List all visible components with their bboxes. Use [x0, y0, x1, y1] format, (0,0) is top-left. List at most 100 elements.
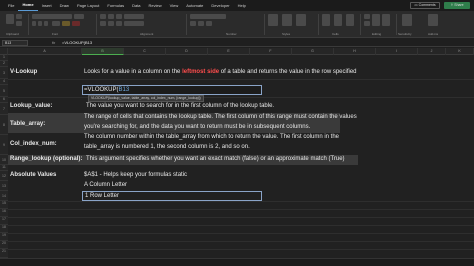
column-header-a[interactable]: A — [8, 48, 82, 55]
tab-data[interactable]: Data — [128, 0, 144, 11]
column-header-c[interactable]: C — [124, 48, 166, 55]
tab-help[interactable]: Help — [234, 0, 250, 11]
copy-icon[interactable] — [16, 21, 22, 26]
comments-button[interactable]: ▭ Comments — [410, 2, 440, 9]
fill-icon[interactable] — [364, 21, 370, 26]
column-header-j[interactable]: J — [418, 48, 446, 55]
range-lookup-label[interactable]: Range_lookup (optional): — [10, 156, 82, 162]
absolute-values-description[interactable]: $A$1 - Helps keep your formulas static — [84, 172, 187, 178]
insert-cells-icon[interactable] — [322, 14, 330, 26]
col-index-label[interactable]: Col_index_num: — [10, 141, 57, 147]
row-header[interactable]: 5 — [0, 85, 8, 97]
row-header[interactable]: 20 — [0, 241, 8, 249]
sensitivity-icon[interactable] — [402, 14, 412, 26]
align-left-icon[interactable] — [100, 21, 106, 26]
find-select-icon[interactable] — [382, 14, 390, 26]
vlookup-title[interactable]: V-Lookup — [10, 69, 37, 75]
active-cell-formula[interactable]: =VLOOKUP(B13 — [82, 85, 262, 95]
paste-icon[interactable] — [6, 14, 14, 24]
column-header-e[interactable]: E — [208, 48, 250, 55]
column-header-h[interactable]: H — [334, 48, 376, 55]
column-header-d[interactable]: D — [166, 48, 208, 55]
tab-automate[interactable]: Automate — [182, 0, 207, 11]
bold-icon[interactable] — [32, 21, 36, 26]
function-tooltip[interactable]: VLOOKUP(lookup_value, table_array, col_i… — [88, 95, 204, 102]
row-header[interactable]: 19 — [0, 233, 8, 241]
range-lookup-description[interactable]: This argument specifies whether you want… — [86, 156, 345, 162]
col-index-description-line1[interactable]: The column number within the table_array… — [84, 134, 339, 140]
ribbon-divider — [96, 14, 97, 35]
row-header[interactable]: 7 — [0, 103, 8, 115]
currency-icon[interactable] — [190, 21, 196, 26]
table-array-description-line1[interactable]: The range of cells that contains the loo… — [84, 114, 357, 120]
tab-file[interactable]: File — [4, 0, 18, 11]
number-format-select[interactable] — [190, 14, 226, 19]
row-header[interactable]: 16 — [0, 209, 8, 217]
row-header[interactable]: 15 — [0, 201, 8, 209]
lookup-value-label[interactable]: Lookup_value: — [10, 103, 52, 109]
column-header-k[interactable]: K — [446, 48, 474, 55]
underline-icon[interactable] — [44, 21, 48, 26]
row-header[interactable]: 17 — [0, 217, 8, 225]
name-box[interactable]: B13 — [2, 40, 28, 46]
delete-cells-icon[interactable] — [334, 14, 342, 26]
wrap-text-button[interactable] — [124, 14, 144, 19]
table-array-description-line2[interactable]: you're searching for, and the data you w… — [84, 124, 310, 130]
row-header[interactable]: 14 — [0, 191, 8, 201]
sort-filter-icon[interactable] — [372, 14, 380, 26]
lookup-value-description[interactable]: The value you want to search for in the … — [86, 103, 274, 109]
align-right-icon[interactable] — [116, 21, 122, 26]
merge-center-button[interactable] — [124, 21, 144, 26]
column-header-f[interactable]: F — [250, 48, 292, 55]
fx-icon[interactable]: fx — [52, 40, 55, 46]
add-ins-icon[interactable] — [428, 14, 438, 26]
align-center-icon[interactable] — [108, 21, 114, 26]
autosum-icon[interactable] — [364, 14, 370, 19]
fill-color-icon[interactable] — [62, 21, 70, 26]
formula-input[interactable]: =VLOOKUP(B13 — [62, 40, 92, 46]
cut-icon[interactable] — [16, 14, 22, 19]
align-top-icon[interactable] — [100, 14, 106, 19]
tab-draw[interactable]: Draw — [56, 0, 73, 11]
row-header[interactable]: 13 — [0, 181, 8, 191]
col-index-description-line2[interactable]: table_array is numbered 1, the second co… — [84, 144, 250, 150]
font-size-select[interactable] — [74, 14, 84, 19]
a-column-letter-cell[interactable]: A Column Letter — [84, 182, 127, 188]
column-header-g[interactable]: G — [292, 48, 334, 55]
tab-formulas[interactable]: Formulas — [103, 0, 128, 11]
tab-review[interactable]: Review — [145, 0, 166, 11]
vlookup-description[interactable]: Looks for a value in a column on the lef… — [84, 69, 357, 75]
tab-developer[interactable]: Developer — [207, 0, 233, 11]
row-header[interactable]: 12 — [0, 171, 8, 181]
row-header[interactable]: 10 — [0, 155, 8, 165]
tab-insert[interactable]: Insert — [38, 0, 56, 11]
absolute-values-label[interactable]: Absolute Values — [10, 172, 56, 178]
tab-view[interactable]: View — [166, 0, 183, 11]
align-middle-icon[interactable] — [108, 14, 114, 19]
row-header[interactable]: 8 — [0, 115, 8, 135]
row-header[interactable]: 18 — [0, 225, 8, 233]
share-button[interactable]: ⇪ Share — [444, 2, 470, 9]
tab-page-layout[interactable]: Page Layout — [73, 0, 103, 11]
font-color-icon[interactable] — [72, 21, 80, 26]
tab-home[interactable]: Home — [18, 0, 38, 11]
borders-icon[interactable] — [52, 21, 60, 26]
format-cells-icon[interactable] — [346, 14, 354, 26]
select-all-corner[interactable] — [0, 48, 8, 55]
row-header[interactable]: 9 — [0, 135, 8, 155]
one-row-letter-cell[interactable]: 1 Row Letter — [82, 191, 262, 201]
worksheet-grid[interactable]: 1 2 3 4 5 6 7 8 9 10 11 12 13 14 15 16 1… — [0, 55, 474, 258]
comma-icon[interactable] — [206, 21, 212, 26]
align-bottom-icon[interactable] — [116, 14, 122, 19]
row-header[interactable]: 3 — [0, 67, 8, 79]
cell-styles-icon[interactable] — [296, 14, 306, 26]
column-header-b[interactable]: B — [82, 48, 124, 55]
conditional-formatting-icon[interactable] — [268, 14, 278, 26]
column-header-i[interactable]: I — [376, 48, 418, 55]
italic-icon[interactable] — [38, 21, 42, 26]
format-as-table-icon[interactable] — [282, 14, 292, 26]
font-family-select[interactable] — [32, 14, 72, 19]
row-header[interactable]: 21 — [0, 249, 8, 258]
table-array-label[interactable]: Table_array: — [10, 121, 45, 127]
percent-icon[interactable] — [198, 21, 204, 26]
